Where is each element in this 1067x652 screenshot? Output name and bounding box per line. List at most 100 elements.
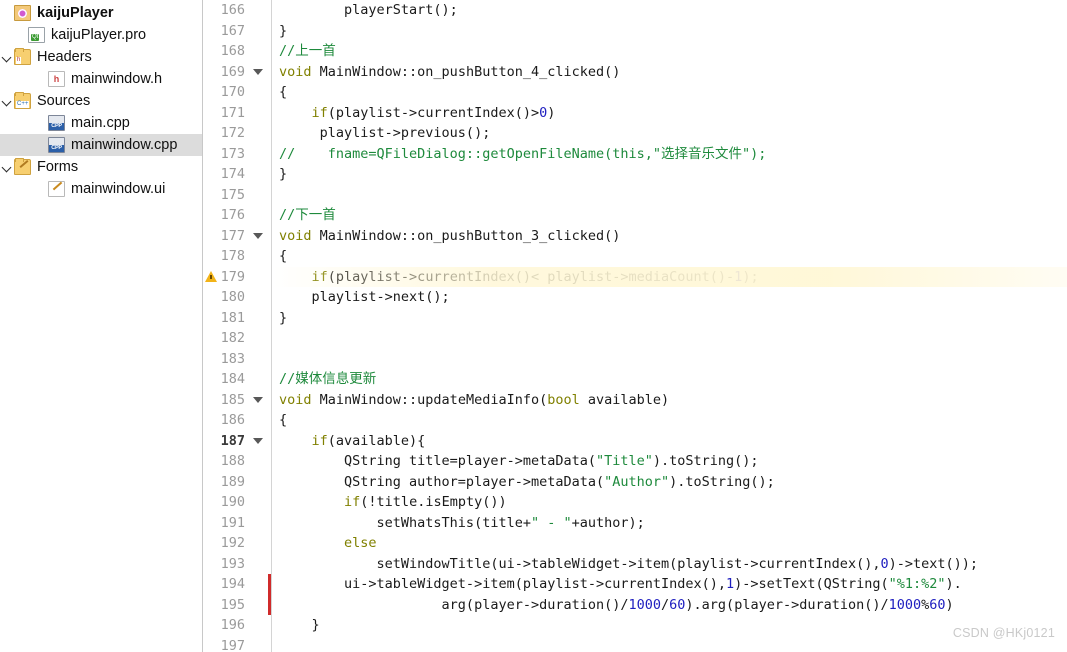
code-line[interactable]: ui->tableWidget->item(playlist->currentI… — [273, 574, 1067, 595]
tree-item-kaijuplayer-pro[interactable]: kaijuPlayer.pro — [0, 24, 202, 46]
gutter-row[interactable]: 176 — [203, 205, 271, 226]
gutter-row[interactable]: 196 — [203, 615, 271, 636]
gutter-row[interactable]: 181 — [203, 308, 271, 329]
gutter-row[interactable]: 173 — [203, 144, 271, 165]
code-token: if — [311, 268, 328, 285]
tree-item-headers[interactable]: h Headers — [0, 46, 202, 68]
gutter-row[interactable]: 183 — [203, 349, 271, 370]
chevron-down-icon[interactable] — [0, 156, 14, 178]
fold-triangle-icon[interactable] — [253, 396, 263, 403]
code-line[interactable]: } — [273, 615, 1067, 636]
code-line[interactable]: playlist->next(); — [273, 287, 1067, 308]
tree-item-mainwindow-cpp[interactable]: mainwindow.cpp — [0, 134, 202, 156]
tree-item-mainwindow-ui[interactable]: mainwindow.ui — [0, 178, 202, 200]
gutter-row[interactable]: 195 — [203, 594, 271, 615]
line-number: 176 — [220, 207, 245, 223]
gutter-row[interactable]: 182 — [203, 328, 271, 349]
code-line[interactable]: arg(player->duration()/1000/60).arg(play… — [273, 595, 1067, 616]
gutter-row[interactable]: 179 — [203, 267, 271, 288]
gutter-row[interactable]: 187 — [203, 431, 271, 452]
code-line[interactable]: } — [273, 21, 1067, 42]
code-line[interactable]: playlist->previous(); — [273, 123, 1067, 144]
gutter-row[interactable]: 169 — [203, 62, 271, 83]
gutter-row[interactable]: 170 — [203, 82, 271, 103]
tree-item-sources[interactable]: C++ Sources — [0, 90, 202, 112]
gutter-row[interactable]: 178 — [203, 246, 271, 267]
code-line[interactable] — [273, 328, 1067, 349]
fold-triangle-icon[interactable] — [253, 437, 263, 444]
tree-item-kaijuplayer[interactable]: kaijuPlayer — [0, 2, 202, 24]
code-line[interactable]: setWhatsThis(title+" - "+author); — [273, 513, 1067, 534]
code-line[interactable]: else — [273, 533, 1067, 554]
code-line[interactable] — [273, 636, 1067, 652]
code-line[interactable]: // fname=QFileDialog::getOpenFileName(th… — [273, 144, 1067, 165]
code-line[interactable]: void MainWindow::updateMediaInfo(bool av… — [273, 390, 1067, 411]
gutter-row[interactable]: 185 — [203, 390, 271, 411]
tree-item-forms[interactable]: Forms — [0, 156, 202, 178]
line-number: 194 — [220, 576, 245, 592]
code-line[interactable]: if(playlist->currentIndex()>0) — [273, 103, 1067, 124]
gutter-row[interactable]: 171 — [203, 103, 271, 124]
gutter-row[interactable]: 167 — [203, 21, 271, 42]
gutter-row[interactable]: 186 — [203, 410, 271, 431]
code-line[interactable]: if(available){ — [273, 431, 1067, 452]
fold-triangle-icon[interactable] — [253, 68, 263, 75]
code-line[interactable]: if(!title.isEmpty()) — [273, 492, 1067, 513]
gutter-row[interactable]: 180 — [203, 287, 271, 308]
gutter-row[interactable]: 194 — [203, 574, 271, 595]
code-line[interactable]: //下一首 — [273, 205, 1067, 226]
code-line[interactable]: void MainWindow::on_pushButton_4_clicked… — [273, 62, 1067, 83]
code-token: +author); — [571, 514, 645, 531]
sources-folder-icon: C++ — [14, 92, 31, 109]
gutter-row[interactable]: 189 — [203, 472, 271, 493]
gutter-row[interactable]: 184 — [203, 369, 271, 390]
code-line[interactable]: } — [273, 164, 1067, 185]
code-line[interactable]: playerStart(); — [273, 0, 1067, 21]
code-line[interactable]: { — [273, 82, 1067, 103]
editor-code-area[interactable]: playerStart();}//上一首 void MainWindow::on_… — [273, 0, 1067, 652]
chevron-down-icon[interactable] — [0, 46, 14, 68]
code-line[interactable]: //上一首 — [273, 41, 1067, 62]
code-line[interactable] — [273, 185, 1067, 206]
gutter-row[interactable]: 188 — [203, 451, 271, 472]
code-line[interactable]: if(playlist->currentIndex()< playlist->m… — [273, 266, 1067, 287]
fold-triangle-icon[interactable] — [253, 232, 263, 239]
gutter-row[interactable]: 168 — [203, 41, 271, 62]
line-number: 166 — [220, 2, 245, 18]
code-token: "Author" — [604, 473, 670, 490]
code-line[interactable]: QString title=player->metaData("Title").… — [273, 451, 1067, 472]
code-editor[interactable]: 166 167 168 169 170 171 172 173 174 175 176 177 178 1… — [203, 0, 1067, 652]
gutter-row[interactable]: 166 — [203, 0, 271, 21]
project-tree-sidebar[interactable]: kaijuPlayer kaijuPlayer.pro h Headers mainwi… — [0, 0, 203, 652]
code-token: } — [279, 617, 320, 633]
code-token: playlist->next(); — [279, 289, 450, 305]
gutter-row[interactable]: 174 — [203, 164, 271, 185]
gutter-row[interactable]: 172 — [203, 123, 271, 144]
code-token: if — [311, 432, 328, 449]
gutter-row[interactable]: 175 — [203, 185, 271, 206]
line-number: 177 — [220, 227, 245, 244]
gutter-row[interactable]: 197 — [203, 636, 271, 652]
editor-gutter[interactable]: 166 167 168 169 170 171 172 173 174 175 176 177 178 1… — [203, 0, 272, 652]
code-line[interactable]: void MainWindow::on_pushButton_3_clicked… — [273, 226, 1067, 247]
code-token: ui->tableWidget->item(playlist->currentI… — [279, 576, 727, 592]
code-line[interactable]: { — [273, 410, 1067, 431]
code-line[interactable]: //媒体信息更新 — [273, 369, 1067, 390]
gutter-row[interactable]: 177 — [203, 226, 271, 247]
tree-item-main-cpp[interactable]: main.cpp — [0, 112, 202, 134]
code-line[interactable]: QString author=player->metaData("Author"… — [273, 472, 1067, 493]
tree-item-mainwindow-h[interactable]: mainwindow.h — [0, 68, 202, 90]
gutter-row[interactable]: 193 — [203, 554, 271, 575]
gutter-row[interactable]: 190 — [203, 492, 271, 513]
code-line[interactable]: } — [273, 308, 1067, 329]
gutter-row[interactable]: 191 — [203, 513, 271, 534]
code-line[interactable] — [273, 349, 1067, 370]
code-token: available) — [579, 391, 670, 408]
code-line[interactable]: setWindowTitle(ui->tableWidget->item(pla… — [273, 554, 1067, 575]
headers-folder-icon: h — [14, 48, 31, 65]
gutter-row[interactable]: 192 — [203, 533, 271, 554]
code-line[interactable]: { — [273, 246, 1067, 267]
chevron-down-icon[interactable] — [0, 90, 14, 112]
